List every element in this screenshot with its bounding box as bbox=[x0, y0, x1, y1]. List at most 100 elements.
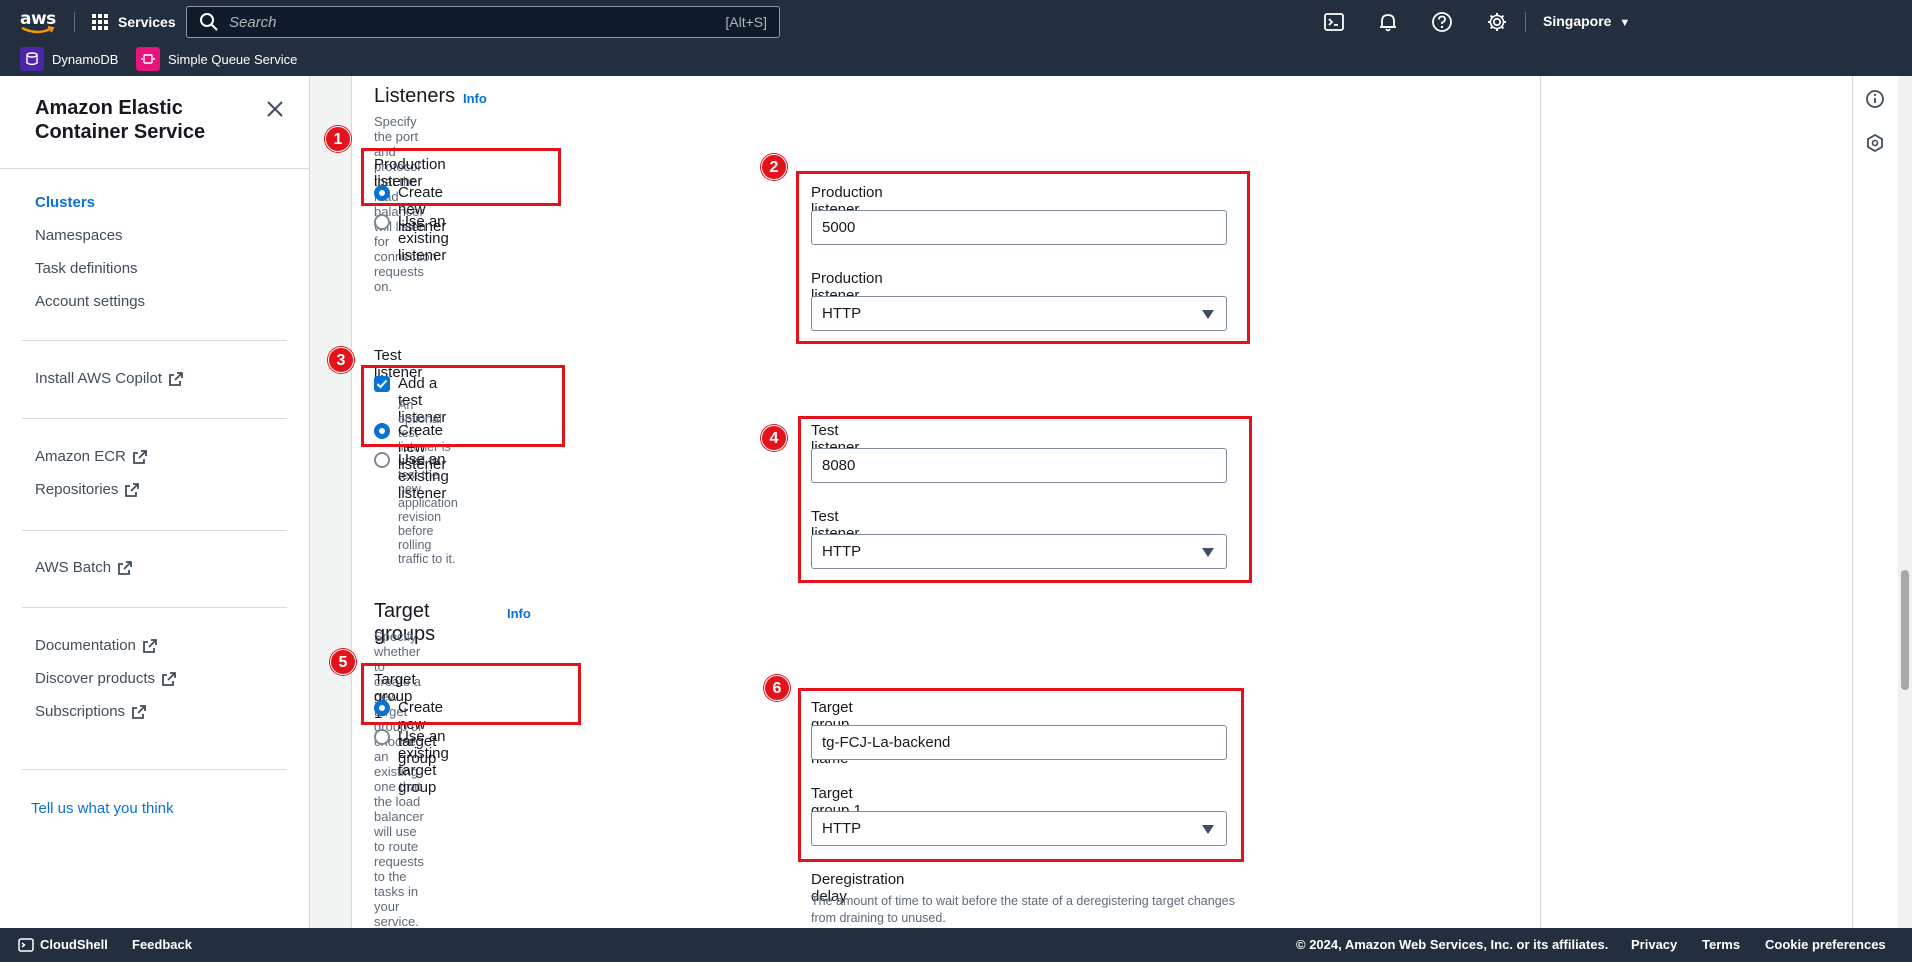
annotation-number-badge: 2 bbox=[761, 154, 787, 180]
annotation-box bbox=[798, 688, 1244, 862]
sidebar-item-amazon-ecr[interactable]: Amazon ECR bbox=[35, 448, 148, 465]
use-existing-listener-radio[interactable] bbox=[374, 214, 390, 230]
external-link-icon bbox=[132, 449, 147, 464]
sidebar-item-label: Repositories bbox=[35, 481, 119, 498]
sidebar-title[interactable]: Amazon Elastic Container Service bbox=[35, 96, 255, 144]
services-menu-button[interactable]: Services bbox=[92, 11, 176, 33]
sidebar-item-label: Subscriptions bbox=[35, 703, 126, 720]
hexagon-settings-icon[interactable] bbox=[1864, 132, 1886, 154]
info-link[interactable]: Info bbox=[507, 606, 531, 621]
radio-label[interactable]: Use an existing listener bbox=[398, 213, 449, 264]
settings-gear-icon[interactable] bbox=[1486, 11, 1508, 33]
tools-rail bbox=[1852, 76, 1898, 928]
search-placeholder: Search bbox=[229, 13, 277, 31]
help-icon[interactable] bbox=[1431, 11, 1453, 33]
divider bbox=[22, 340, 287, 341]
divider bbox=[0, 168, 310, 169]
sidebar-item-repositories[interactable]: Repositories bbox=[35, 481, 140, 498]
sidebar-item-clusters[interactable]: Clusters bbox=[35, 194, 95, 211]
cloudshell-icon[interactable] bbox=[1323, 11, 1345, 33]
sidebar-item-documentation[interactable]: Documentation bbox=[35, 637, 158, 654]
annotation-box bbox=[796, 171, 1250, 344]
privacy-link[interactable]: Privacy bbox=[1631, 937, 1677, 952]
copyright-text: © 2024, Amazon Web Services, Inc. or its… bbox=[1296, 937, 1609, 952]
annotation-number-badge: 5 bbox=[330, 649, 356, 675]
deregistration-delay-description: The amount of time to wait before the st… bbox=[811, 894, 1235, 925]
content-gutter bbox=[310, 76, 352, 928]
sidebar-item-aws-batch[interactable]: AWS Batch bbox=[35, 559, 133, 576]
divider bbox=[22, 607, 287, 608]
annotation-number-badge: 6 bbox=[764, 675, 790, 701]
cloudshell-icon[interactable] bbox=[18, 937, 34, 953]
region-selector[interactable]: Singapore ▼ bbox=[1543, 13, 1630, 29]
divider bbox=[22, 530, 287, 531]
sidebar-item-label: Documentation bbox=[35, 637, 136, 654]
use-existing-target-group-radio[interactable] bbox=[374, 729, 390, 745]
cookie-preferences-link[interactable]: Cookie preferences bbox=[1765, 937, 1886, 952]
top-navigation: aws Services Search [Alt+S] Singapore ▼ … bbox=[0, 0, 1912, 76]
services-grid-icon bbox=[92, 14, 108, 30]
right-side-panel bbox=[1540, 76, 1852, 928]
footer-bar: CloudShell Feedback © 2024, Amazon Web S… bbox=[0, 928, 1912, 962]
sidebar-item-label: Task definitions bbox=[35, 260, 138, 277]
search-icon bbox=[200, 13, 218, 31]
search-shortcut-hint: [Alt+S] bbox=[725, 14, 767, 30]
radio-label[interactable]: Use an existing listener bbox=[398, 451, 449, 502]
page-scrollbar[interactable] bbox=[1898, 76, 1912, 928]
annotation-number-badge: 4 bbox=[761, 425, 787, 451]
sidebar-item-task-definitions[interactable]: Task definitions bbox=[35, 260, 138, 277]
sidebar-item-label: Install AWS Copilot bbox=[35, 370, 162, 387]
sidebar-item-label: Amazon ECR bbox=[35, 448, 126, 465]
sidebar-item-label: Discover products bbox=[35, 670, 156, 687]
scrollbar-thumb[interactable] bbox=[1901, 570, 1909, 690]
terms-link[interactable]: Terms bbox=[1702, 937, 1740, 952]
external-link-icon bbox=[132, 704, 146, 719]
external-link-icon bbox=[118, 560, 133, 575]
main-content: Listeners Info Specify the port and prot… bbox=[0, 0, 1252, 929]
sidebar-item-label: Namespaces bbox=[35, 227, 123, 244]
close-icon[interactable] bbox=[264, 98, 286, 120]
section-heading-listeners: Listeners bbox=[374, 85, 456, 107]
aws-smile-icon bbox=[21, 26, 55, 34]
services-label: Services bbox=[118, 14, 176, 30]
sidebar-item-account-settings[interactable]: Account settings bbox=[35, 293, 145, 310]
external-link-icon bbox=[162, 671, 176, 686]
feedback-link[interactable]: Tell us what you think bbox=[31, 800, 174, 817]
sidebar-item-discover-products[interactable]: Discover products bbox=[35, 670, 177, 687]
favorite-label: DynamoDB bbox=[52, 51, 119, 67]
favorite-sqs[interactable]: Simple Queue Service bbox=[136, 46, 297, 72]
info-panel-icon[interactable] bbox=[1864, 88, 1886, 110]
sidebar-item-label: Account settings bbox=[35, 293, 146, 310]
annotation-number-badge: 3 bbox=[328, 347, 354, 373]
sidebar-item-namespaces[interactable]: Namespaces bbox=[35, 227, 123, 244]
divider bbox=[22, 418, 287, 419]
external-link-icon bbox=[169, 371, 183, 386]
annotation-number-badge: 1 bbox=[325, 126, 351, 152]
side-navigation: Amazon Elastic Container Service Cluster… bbox=[0, 76, 310, 928]
use-existing-test-listener-radio[interactable] bbox=[374, 452, 390, 468]
sidebar-item-label: Clusters bbox=[35, 194, 96, 211]
radio-label[interactable]: Use an existing target group bbox=[398, 728, 449, 796]
feedback-button[interactable]: Feedback bbox=[132, 937, 192, 952]
sidebar-item-label: AWS Batch bbox=[35, 559, 112, 576]
annotation-box bbox=[361, 365, 565, 447]
annotation-box bbox=[361, 148, 561, 206]
divider bbox=[1525, 12, 1526, 32]
external-link-icon bbox=[125, 482, 140, 497]
info-link[interactable]: Info bbox=[463, 91, 487, 106]
notifications-bell-icon[interactable] bbox=[1377, 11, 1399, 33]
search-input[interactable]: Search [Alt+S] bbox=[186, 6, 780, 38]
region-label: Singapore bbox=[1543, 13, 1612, 29]
dynamodb-icon bbox=[20, 47, 44, 71]
divider bbox=[22, 769, 287, 770]
annotation-box bbox=[361, 663, 581, 725]
sidebar-item-install-copilot[interactable]: Install AWS Copilot bbox=[35, 370, 184, 387]
favorite-dynamodb[interactable]: DynamoDB bbox=[20, 46, 118, 72]
cloudshell-button[interactable]: CloudShell bbox=[40, 937, 108, 952]
sidebar-item-subscriptions[interactable]: Subscriptions bbox=[35, 703, 147, 720]
sqs-icon bbox=[136, 47, 160, 71]
caret-down-icon: ▼ bbox=[1619, 17, 1631, 29]
divider bbox=[74, 12, 75, 32]
aws-logo[interactable]: aws bbox=[20, 9, 58, 35]
favorite-label: Simple Queue Service bbox=[168, 51, 298, 67]
